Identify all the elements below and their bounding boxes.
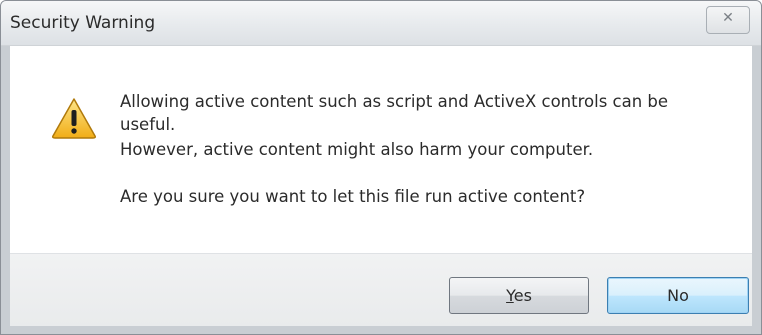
- close-button[interactable]: ✕: [706, 6, 750, 34]
- yes-accelerator: Y: [506, 286, 514, 305]
- yes-button[interactable]: Yes: [449, 277, 589, 314]
- message-line-2: useful.: [120, 115, 176, 134]
- close-icon: ✕: [722, 10, 734, 26]
- button-bar: Yes No: [10, 253, 752, 326]
- message-area: Allowing active content such as script a…: [10, 46, 752, 253]
- confirmation-question: Are you sure you want to let this file r…: [120, 187, 586, 206]
- no-button[interactable]: No: [607, 277, 749, 314]
- security-warning-dialog: Security Warning ✕ Allowing active conte…: [0, 0, 762, 335]
- yes-label-rest: es: [513, 286, 532, 305]
- window-title: Security Warning: [10, 13, 156, 33]
- title-bar[interactable]: Security Warning ✕: [1, 1, 761, 46]
- message-line-3: However, active content might also harm …: [120, 140, 594, 159]
- message-line-1: Allowing active content such as script a…: [120, 92, 669, 111]
- warning-icon: [52, 98, 96, 139]
